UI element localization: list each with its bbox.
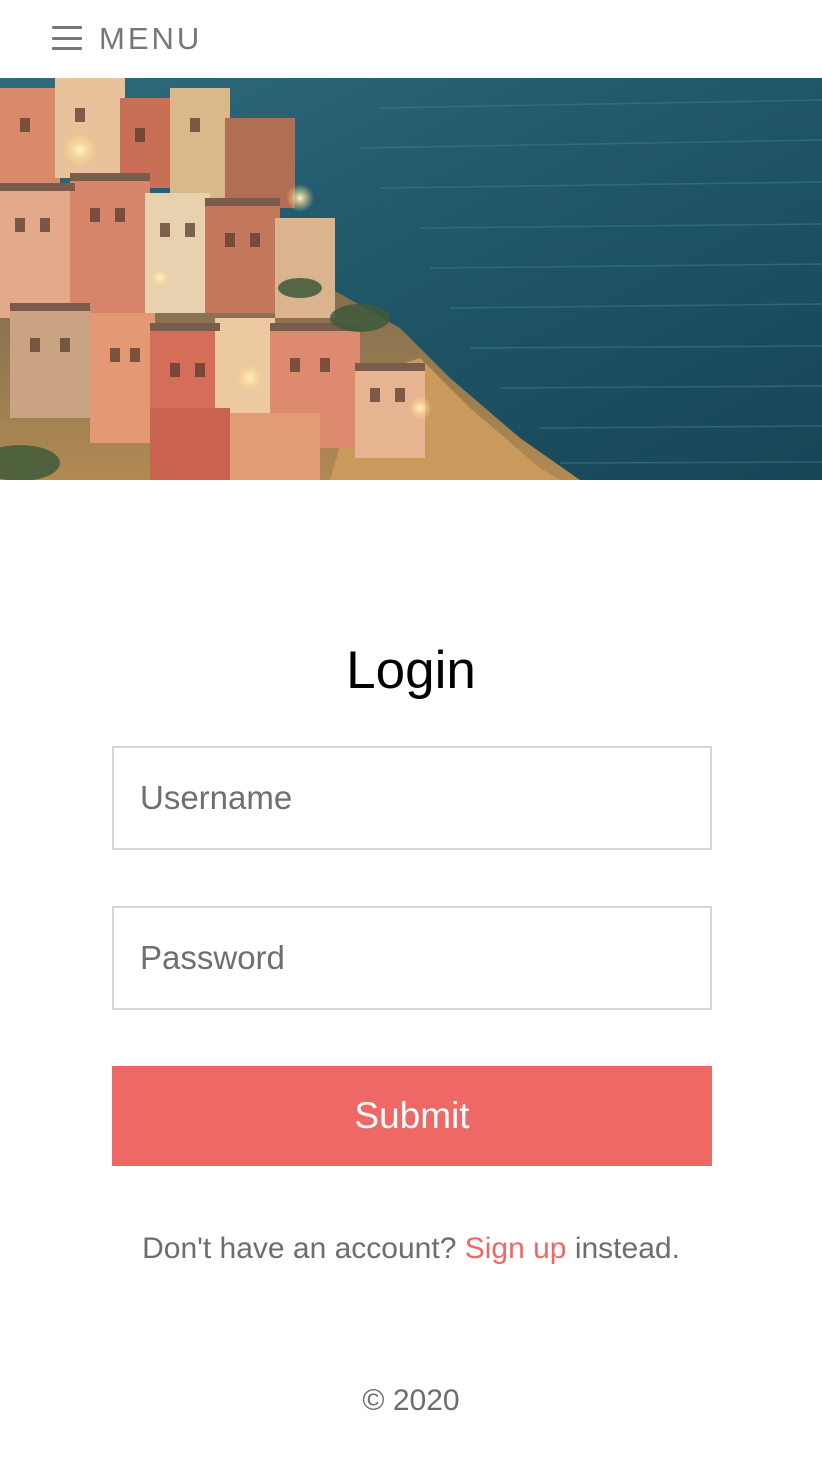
footer-copyright: © 2020 [362,1384,460,1417]
signup-suffix: instead. [574,1232,680,1265]
hero-image [0,78,822,480]
menu-toggle-button[interactable]: MENU [50,16,202,60]
coastal-village-illustration [0,78,822,480]
password-input[interactable] [112,906,712,1010]
hamburger-icon[interactable] [50,23,84,53]
top-nav: MENU [0,0,822,78]
username-input[interactable] [112,746,712,850]
signup-link[interactable]: Sign up [465,1232,567,1265]
login-title: Login [346,641,476,700]
signup-prefix: Don't have an account? [142,1232,457,1265]
page: MENU Login Username Submit Don't have an… [0,0,822,1466]
signup-prompt: Don't have an account? Sign up instead. [0,1228,822,1270]
submit-button[interactable]: Submit [112,1066,712,1166]
menu-label[interactable]: MENU [99,23,202,54]
